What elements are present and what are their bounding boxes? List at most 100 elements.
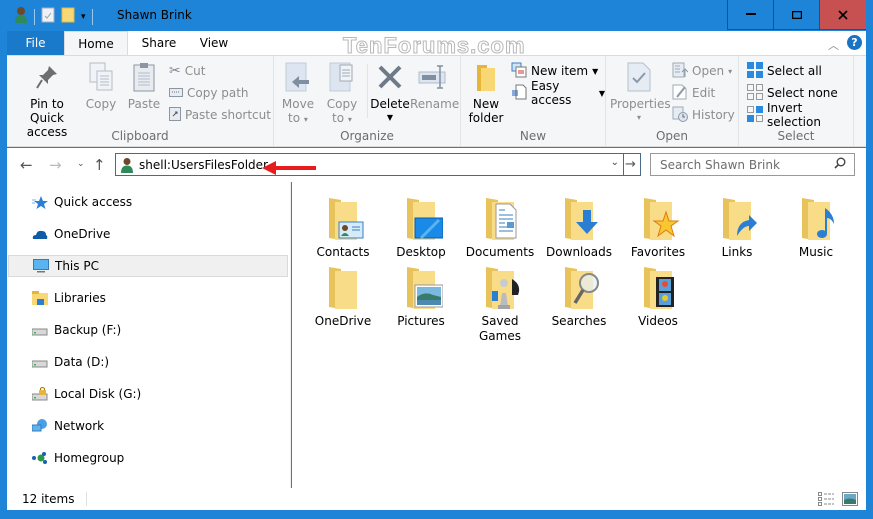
nav-item-network[interactable]: Network	[24, 415, 287, 437]
easy-access-icon	[511, 84, 527, 103]
folder-item-onedrive[interactable]: OneDrive	[305, 263, 381, 329]
search-icon[interactable]	[834, 157, 846, 172]
details-view-icon[interactable]	[818, 492, 834, 509]
address-text[interactable]: shell:UsersFilesFolder	[139, 158, 268, 172]
minimize-button[interactable]	[727, 0, 773, 30]
new-folder-qat-icon[interactable]	[61, 7, 75, 26]
copy-button[interactable]: Copy	[85, 60, 117, 111]
move-to-icon	[280, 60, 316, 94]
invert-selection-button[interactable]: Invert selection	[747, 101, 853, 129]
this-pc-monitor-icon	[33, 259, 49, 273]
help-icon[interactable]: ?	[847, 35, 862, 50]
delete-button[interactable]: Delete ▼	[370, 60, 410, 125]
folder-item-desktop[interactable]: Desktop	[383, 194, 459, 260]
cut-button[interactable]: ✂ Cut	[169, 61, 205, 81]
nav-item-libraries[interactable]: Libraries	[24, 287, 287, 309]
folder-item-links[interactable]: Links	[699, 194, 775, 260]
favorites-folder-icon	[644, 198, 680, 240]
open-button[interactable]: Open ▾	[672, 61, 732, 81]
organize-group-label: Organize	[340, 129, 394, 143]
maximize-button[interactable]	[773, 0, 819, 30]
delete-label: Delete	[370, 97, 410, 111]
properties-qat-icon[interactable]	[41, 7, 55, 26]
copy-to-button[interactable]: Copy to ▾	[324, 60, 360, 127]
folder-item-videos[interactable]: Videos	[620, 263, 696, 329]
folder-item-documents[interactable]: Documents	[462, 194, 538, 260]
forward-arrow-icon[interactable]: →	[49, 156, 62, 174]
folder-item-music[interactable]: Music	[778, 194, 854, 260]
tab-file[interactable]: File	[7, 31, 64, 55]
paste-shortcut-button[interactable]: Paste shortcut	[169, 105, 271, 125]
copy-path-label: Copy path	[187, 86, 249, 100]
status-separator	[86, 492, 88, 506]
search-input[interactable]: Search Shawn Brink	[660, 158, 780, 172]
large-icons-view-icon[interactable]	[842, 492, 858, 509]
pictures-folder-icon	[407, 267, 443, 309]
close-button[interactable]	[819, 0, 866, 30]
nav-item-onedrive[interactable]: OneDrive	[24, 223, 287, 245]
tab-share[interactable]: Share	[134, 31, 184, 55]
copy-to-label-1: Copy	[326, 97, 358, 111]
nav-item-backup-f[interactable]: Backup (F:)	[24, 319, 287, 341]
item-label: Videos	[638, 314, 678, 328]
copy-path-button[interactable]: Copy path	[169, 83, 249, 103]
rename-button[interactable]: Rename	[410, 60, 459, 111]
back-arrow-icon[interactable]: ←	[20, 156, 33, 174]
select-none-button[interactable]: Select none	[747, 83, 838, 103]
folder-item-contacts[interactable]: Contacts	[305, 194, 381, 260]
edit-label: Edit	[692, 86, 716, 100]
nav-item-quick-access[interactable]: Quick access	[24, 191, 287, 213]
paste-button[interactable]: Paste	[127, 60, 161, 111]
qat-separator	[34, 8, 35, 25]
nav-item-data-d[interactable]: Data (D:)	[24, 351, 287, 373]
history-button[interactable]: History	[672, 105, 735, 125]
item-label: Desktop	[396, 245, 446, 259]
user-folder-icon	[14, 6, 28, 27]
new-folder-label-2: folder	[468, 111, 504, 125]
easy-access-button[interactable]: Easy access ▼	[511, 79, 605, 107]
up-arrow-icon[interactable]: ↑	[93, 156, 106, 174]
qat-separator	[91, 8, 93, 25]
tab-home[interactable]: Home	[64, 31, 128, 55]
delete-dropdown-icon[interactable]: ▼	[370, 111, 410, 125]
folder-item-downloads[interactable]: Downloads	[541, 194, 617, 260]
customize-qat-dropdown[interactable]: ▾	[81, 12, 86, 22]
tab-view[interactable]: View	[189, 31, 239, 55]
folder-item-saved-games[interactable]: Saved Games	[462, 263, 538, 344]
copy-path-icon	[169, 86, 183, 100]
links-folder-icon	[723, 198, 757, 240]
recent-locations-chevron-icon[interactable]: ⌄	[77, 159, 85, 169]
user-folder-icon	[120, 157, 134, 173]
folder-item-searches[interactable]: Searches	[541, 263, 617, 329]
copy-to-icon	[324, 60, 360, 94]
nav-item-local-disk-g[interactable]: Local Disk (G:)	[24, 383, 287, 405]
edit-button[interactable]: Edit	[672, 83, 715, 103]
address-dropdown-icon[interactable]: ⌄	[611, 157, 619, 168]
nav-item-homegroup[interactable]: Homegroup	[24, 447, 287, 469]
select-all-button[interactable]: Select all	[747, 61, 822, 81]
collapse-ribbon-icon[interactable]: ︿	[828, 37, 839, 53]
address-row: ← → ⌄ ↑ shell:UsersFilesFolder ⌄ → Searc…	[7, 148, 866, 182]
address-bar[interactable]: shell:UsersFilesFolder ⌄	[115, 153, 624, 176]
folder-item-pictures[interactable]: Pictures	[383, 263, 459, 329]
go-arrow-button[interactable]: →	[621, 153, 641, 176]
move-to-button[interactable]: Move to ▾	[280, 60, 316, 127]
pin-to-quick-access-button[interactable]: Pin to Quick access	[12, 60, 82, 139]
select-none-icon	[747, 83, 763, 103]
new-folder-button[interactable]: New folder	[467, 60, 505, 125]
easy-access-label: Easy access	[531, 79, 572, 107]
new-item-button[interactable]: New item ▼	[511, 61, 598, 81]
clipboard-group: Pin to Quick access Copy Paste ✂ Cut Cop…	[7, 56, 274, 146]
paste-clipboard-icon	[127, 60, 161, 94]
cut-label: Cut	[184, 64, 206, 78]
history-icon	[672, 106, 688, 125]
select-group: Select all Select none Invert selection …	[739, 56, 854, 146]
desktop-folder-icon	[407, 198, 443, 240]
new-group-label: New	[519, 129, 547, 143]
nav-item-this-pc[interactable]: This PC	[8, 255, 288, 277]
view-buttons	[818, 492, 858, 509]
paste-shortcut-icon	[169, 106, 181, 124]
search-box[interactable]: Search Shawn Brink	[650, 153, 855, 176]
properties-button[interactable]: Properties ▾	[610, 60, 671, 125]
folder-item-favorites[interactable]: Favorites	[620, 194, 696, 260]
